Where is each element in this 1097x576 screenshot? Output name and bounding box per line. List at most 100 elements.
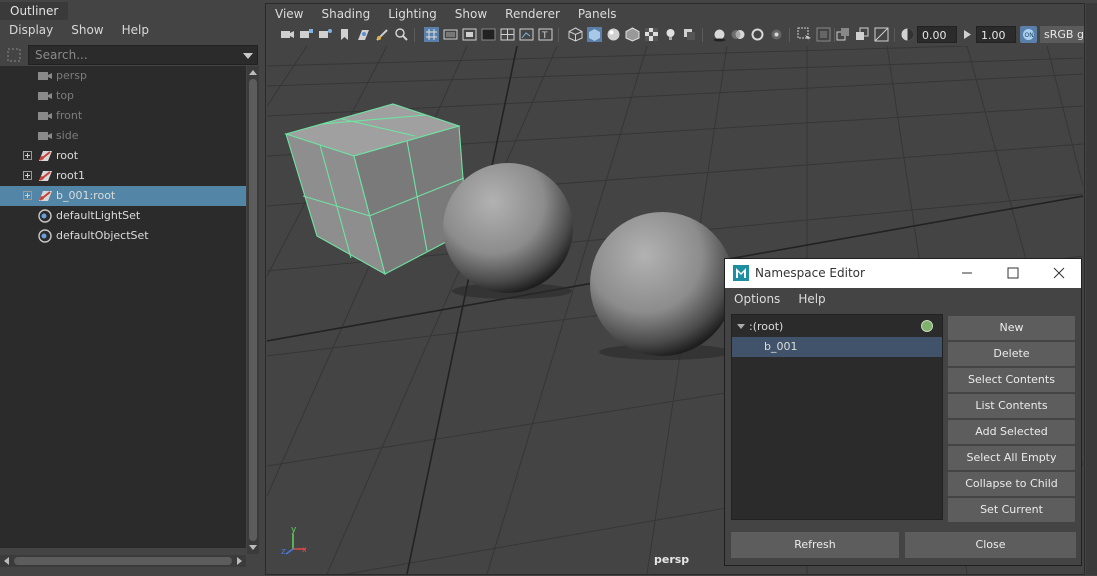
select-all-empty-button[interactable]: Select All Empty xyxy=(948,446,1075,470)
namespace-editor-titlebar[interactable]: Namespace Editor xyxy=(725,259,1081,288)
namespace-item-b-001[interactable]: b_001 xyxy=(732,337,942,357)
exposure-field[interactable]: 0.00 xyxy=(917,26,957,43)
outliner-item-label: root1 xyxy=(56,169,86,182)
screen-space-ao-icon[interactable] xyxy=(712,27,727,42)
view-transform-dropdown[interactable]: sRGB gamma xyxy=(1040,26,1084,43)
maximize-icon[interactable] xyxy=(1003,264,1023,282)
sphere-mesh-left[interactable] xyxy=(443,163,573,299)
refresh-button[interactable]: Refresh xyxy=(731,532,899,558)
viewport-menu-renderer[interactable]: Renderer xyxy=(496,4,569,24)
close-icon[interactable] xyxy=(1049,264,1069,282)
scroll-left-icon[interactable] xyxy=(4,557,9,565)
wireframe-icon[interactable] xyxy=(568,27,583,42)
outliner-item-b-001-root[interactable]: b_001:root xyxy=(0,186,246,206)
outliner-item-persp[interactable]: persp xyxy=(0,66,246,86)
expand-icon[interactable] xyxy=(23,191,32,200)
shadows-icon[interactable] xyxy=(682,27,697,42)
add-selected-button[interactable]: Add Selected xyxy=(948,420,1075,444)
select-contents-button[interactable]: Select Contents xyxy=(948,368,1075,392)
exposure-icon[interactable] xyxy=(900,27,915,42)
expand-icon[interactable] xyxy=(23,151,32,160)
sphere-mesh-right[interactable] xyxy=(590,212,734,360)
collapse-to-child-button[interactable]: Collapse to Child xyxy=(948,472,1075,496)
color-management-toggle-icon[interactable]: ON xyxy=(1020,26,1037,43)
textured-icon[interactable] xyxy=(644,27,659,42)
bookmark-icon[interactable] xyxy=(337,27,352,42)
safe-title-icon[interactable]: T xyxy=(538,27,553,42)
image-plane-icon[interactable] xyxy=(356,27,371,42)
close-button[interactable]: Close xyxy=(905,532,1076,558)
smooth-shade-icon[interactable] xyxy=(587,27,602,42)
scrollbar-thumb[interactable] xyxy=(249,79,257,541)
grease-pencil-icon[interactable] xyxy=(375,27,390,42)
outliner-tab[interactable]: Outliner xyxy=(0,2,69,20)
resolution-gate-icon[interactable] xyxy=(462,27,477,42)
viewport-menu-show[interactable]: Show xyxy=(446,4,496,24)
viewport-menu-view[interactable]: View xyxy=(266,4,312,24)
gamma-icon[interactable] xyxy=(960,27,975,42)
depth-of-field-icon[interactable] xyxy=(769,27,784,42)
namespace-tree: :(root) b_001 xyxy=(731,314,943,520)
isolate-select-icon[interactable] xyxy=(797,27,812,42)
outliner-menu-display[interactable]: Display xyxy=(0,21,62,41)
gate-mask-icon[interactable] xyxy=(481,27,496,42)
outliner-item-root[interactable]: root xyxy=(0,146,246,166)
outliner-item-defaultlightset[interactable]: defaultLightSet xyxy=(0,206,246,226)
maya-logo-icon xyxy=(733,265,749,281)
wireframe-on-shaded-icon[interactable] xyxy=(625,27,640,42)
filter-icon[interactable] xyxy=(4,45,24,65)
outliner-item-top[interactable]: top xyxy=(0,86,246,106)
scroll-down-icon[interactable] xyxy=(249,545,257,550)
collapse-icon[interactable] xyxy=(737,324,745,329)
delete-namespace-button[interactable]: Delete xyxy=(948,342,1075,366)
use-all-lights-icon[interactable] xyxy=(663,27,678,42)
outliner-menu-show[interactable]: Show xyxy=(62,21,112,41)
viewport-menu-panels[interactable]: Panels xyxy=(569,4,626,24)
grid-icon[interactable] xyxy=(424,27,439,42)
motion-blur-icon[interactable] xyxy=(731,27,746,42)
ns-menu-help[interactable]: Help xyxy=(789,288,834,310)
scroll-up-icon[interactable] xyxy=(249,70,257,75)
outliner-item-label: front xyxy=(56,109,83,122)
outliner-item-side[interactable]: side xyxy=(0,126,246,146)
minimize-icon[interactable] xyxy=(957,264,977,282)
list-contents-button[interactable]: List Contents xyxy=(948,394,1075,418)
set-current-button[interactable]: Set Current xyxy=(948,498,1075,522)
outliner-menu-help[interactable]: Help xyxy=(113,21,158,41)
outliner-item-front[interactable]: front xyxy=(0,106,246,126)
xray-joints-icon[interactable] xyxy=(855,27,870,42)
outliner-item-root1[interactable]: root1 xyxy=(0,166,246,186)
bookmark-camera-icon[interactable] xyxy=(318,27,333,42)
safe-action-icon[interactable] xyxy=(519,27,534,42)
axis-label-x: x xyxy=(302,545,307,554)
outliner-item-defaultobjectset[interactable]: defaultObjectSet xyxy=(0,226,246,246)
film-gate-icon[interactable] xyxy=(443,27,458,42)
expand-icon[interactable] xyxy=(23,171,32,180)
xray-active-components-icon[interactable] xyxy=(836,27,851,42)
svg-text:T: T xyxy=(541,31,548,41)
camera-attributes-icon[interactable] xyxy=(299,27,314,42)
camera-icon[interactable] xyxy=(280,27,295,42)
cube-mesh[interactable] xyxy=(284,103,468,276)
viewport-menu-shading[interactable]: Shading xyxy=(312,4,379,24)
field-chart-icon[interactable] xyxy=(500,27,515,42)
outliner-search-input[interactable]: Search... xyxy=(28,45,258,65)
ns-menu-options[interactable]: Options xyxy=(725,288,789,310)
outliner-item-label: b_001:root xyxy=(56,189,116,202)
anti-aliasing-icon[interactable] xyxy=(750,27,765,42)
camera-icon xyxy=(38,72,52,80)
default-material-icon[interactable] xyxy=(606,27,621,42)
gamma-field[interactable]: 1.00 xyxy=(976,26,1016,43)
new-namespace-button[interactable]: New xyxy=(948,316,1075,340)
scrollbar-thumb[interactable] xyxy=(14,557,232,565)
2d-pan-zoom-icon[interactable] xyxy=(394,27,409,42)
outliner-vertical-scrollbar[interactable] xyxy=(247,66,259,554)
scroll-right-icon[interactable] xyxy=(237,557,242,565)
backface-culling-icon[interactable] xyxy=(874,27,889,42)
chevron-down-icon[interactable] xyxy=(243,53,253,59)
viewport-menu-lighting[interactable]: Lighting xyxy=(379,4,446,24)
toolbar-separator xyxy=(558,28,559,42)
xray-icon[interactable] xyxy=(816,27,831,42)
outliner-horizontal-scrollbar[interactable] xyxy=(0,555,246,567)
namespace-item-root[interactable]: :(root) xyxy=(732,317,942,337)
